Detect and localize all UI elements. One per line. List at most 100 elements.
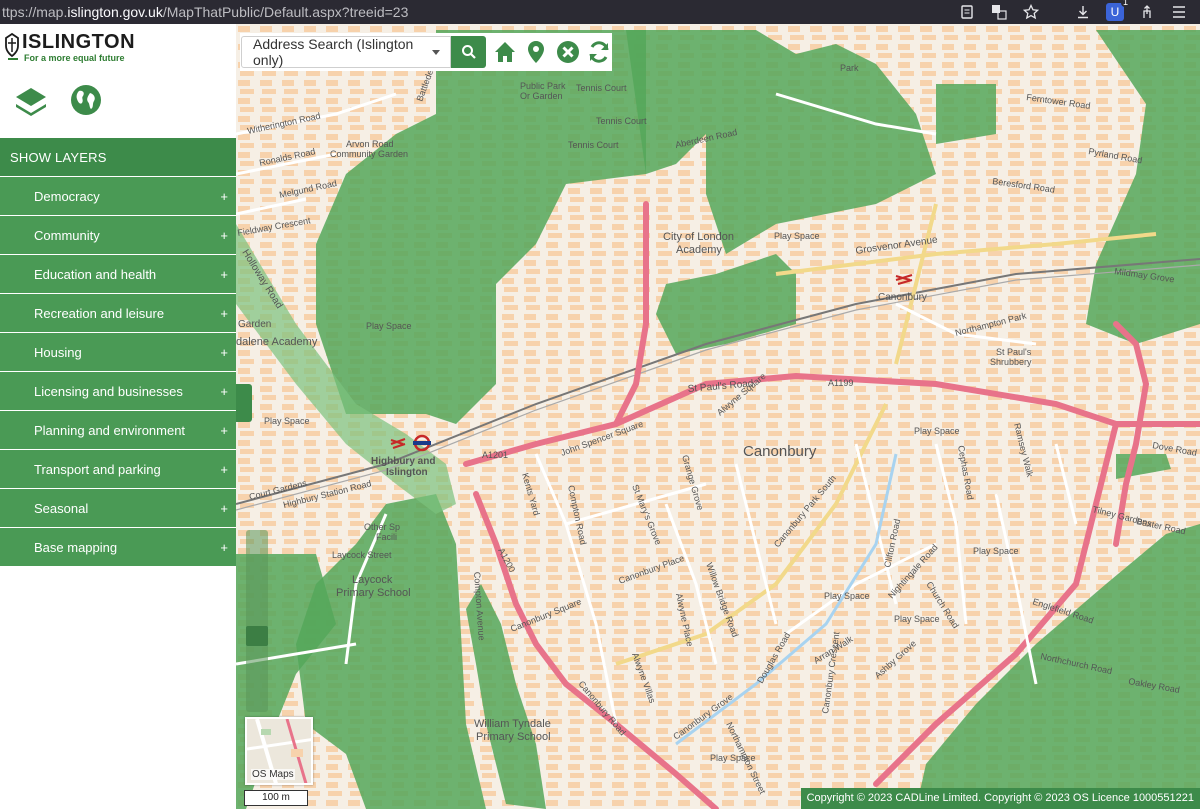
- map-label-tennis-2: Tennis Court: [596, 116, 647, 126]
- search-button[interactable]: [450, 36, 487, 68]
- layer-category-seasonal[interactable]: Seasonal +: [0, 489, 236, 527]
- translate-icon[interactable]: [990, 3, 1008, 21]
- menu-icon[interactable]: [1170, 3, 1188, 21]
- home-button[interactable]: [492, 39, 517, 65]
- layer-category-label: Licensing and businesses: [34, 383, 183, 399]
- map-label-tyndale-1: William Tyndale: [474, 718, 551, 730]
- logo-title: ISLINGTON: [22, 31, 136, 53]
- left-panel: ISLINGTON For a more equal future SHOW L…: [0, 24, 236, 809]
- map-toolbar: Address Search (Islington only): [240, 33, 612, 71]
- basemap-switcher[interactable]: OS Maps: [245, 717, 313, 785]
- layer-category-label: Recreation and leisure: [34, 305, 165, 321]
- layer-category-label: Base mapping: [34, 539, 118, 555]
- reader-icon[interactable]: [958, 3, 976, 21]
- star-icon[interactable]: [1022, 3, 1040, 21]
- map-label-city-academy-1: City of London: [663, 231, 734, 243]
- url-path: /MapThatPublic/Default.aspx?treeid=23: [162, 4, 409, 20]
- expand-plus-icon: +: [220, 188, 228, 204]
- layers-icon[interactable]: [14, 84, 48, 120]
- layer-category-transport[interactable]: Transport and parking +: [0, 450, 236, 488]
- map-label-park: Park: [840, 63, 859, 73]
- share-icon[interactable]: [1138, 3, 1156, 21]
- expand-plus-icon: +: [220, 383, 228, 399]
- map-label-play-8: Play Space: [264, 416, 310, 426]
- panel-collapse-tab[interactable]: [236, 384, 252, 422]
- search-icon: [461, 45, 476, 59]
- map-canvas[interactable]: Canonbury Canonbury Highbury and Islingt…: [236, 24, 1200, 809]
- map-label-arvon-2: Community Garden: [330, 149, 408, 159]
- map-label-laycock-2: Primary School: [336, 587, 411, 599]
- map-label-play-4: Play Space: [973, 546, 1019, 556]
- browser-toolbar: ttps://map.islington.gov.uk/MapThatPubli…: [0, 0, 1200, 24]
- map-label-a1199: A1199: [828, 378, 853, 388]
- map-label-arvon-1: Arvon Road: [346, 139, 394, 149]
- download-icon[interactable]: [1074, 3, 1092, 21]
- islington-logo[interactable]: ISLINGTON For a more equal future: [4, 32, 135, 63]
- map-label-a1201: A1201: [482, 450, 508, 460]
- url-prefix: ttps://map.: [2, 4, 68, 20]
- map-label-play-3: Play Space: [914, 426, 960, 436]
- layer-category-housing[interactable]: Housing +: [0, 333, 236, 371]
- show-layers-header[interactable]: SHOW LAYERS: [0, 138, 236, 176]
- layer-category-label: Democracy: [34, 188, 100, 204]
- copyright-notice: Copyright © 2023 CADLine Limited. Copyri…: [800, 788, 1200, 809]
- map-label-sports-1: Other Sp: [364, 522, 400, 532]
- expand-plus-icon: +: [220, 461, 228, 477]
- map-label-sports-2: Facili: [376, 532, 397, 542]
- layer-category-list: Democracy + Community + Education and heal…: [0, 177, 236, 567]
- layer-category-label: Community: [34, 227, 100, 243]
- extension-badge: 1: [1120, 0, 1130, 7]
- close-circle-icon: [556, 41, 579, 63]
- layer-category-label: Seasonal: [34, 500, 89, 516]
- search-type-label: Address Search (Islington only): [253, 36, 414, 68]
- search-type-select[interactable]: Address Search (Islington only): [241, 36, 451, 68]
- refresh-button[interactable]: [587, 39, 612, 65]
- layer-category-label: Education and health: [34, 266, 157, 282]
- browser-actions: U1: [958, 0, 1200, 24]
- expand-plus-icon: +: [220, 539, 228, 555]
- map-label-tyndale-2: Primary School: [476, 731, 551, 743]
- map-label-public-park-2: Or Garden: [520, 91, 563, 101]
- zoom-slider-track[interactable]: [246, 530, 268, 712]
- map-label-highbury-1: Highbury and: [371, 456, 435, 467]
- home-icon: [494, 42, 515, 62]
- map-label-canonbury-station: Canonbury: [878, 292, 927, 303]
- layer-category-democracy[interactable]: Democracy +: [0, 177, 236, 215]
- chevron-down-icon: [431, 49, 440, 55]
- map-label-st-pauls-1: St Paul's: [996, 347, 1032, 357]
- layer-category-label: Planning and environment: [34, 422, 186, 438]
- map-label-st-pauls-2: Shrubbery: [990, 357, 1032, 367]
- extension-icon[interactable]: U1: [1106, 0, 1130, 21]
- basemap-label: OS Maps: [251, 769, 295, 780]
- layer-category-label: Housing: [34, 344, 82, 360]
- layer-category-planning[interactable]: Planning and environment +: [0, 411, 236, 449]
- map-label-laycock-1: Laycock: [352, 574, 393, 586]
- layer-category-base-mapping[interactable]: Base mapping +: [0, 528, 236, 566]
- map-label-city-academy-2: Academy: [676, 244, 722, 256]
- map-label-play-1: Play Space: [774, 231, 820, 241]
- map-label-highbury-2: Islington: [386, 467, 428, 478]
- map-label-play-7: Play Space: [824, 591, 870, 601]
- layer-category-licensing[interactable]: Licensing and businesses +: [0, 372, 236, 410]
- layer-category-label: Transport and parking: [34, 461, 161, 477]
- logo-tagline: For a more equal future: [22, 53, 135, 63]
- layer-category-recreation[interactable]: Recreation and leisure +: [0, 294, 236, 332]
- url-domain: islington.gov.uk: [67, 4, 163, 20]
- map-label-play-2: Play Space: [366, 321, 412, 331]
- clear-button[interactable]: [555, 39, 580, 65]
- crest-icon: [5, 32, 19, 58]
- expand-plus-icon: +: [220, 500, 228, 516]
- scale-bar: 100 m: [244, 790, 308, 806]
- zoom-slider-handle[interactable]: [246, 626, 268, 646]
- map-pin-icon: [528, 41, 545, 63]
- globe-icon[interactable]: [70, 84, 102, 116]
- map-label-tennis-3: Tennis Court: [568, 140, 619, 150]
- address-bar[interactable]: ttps://map.islington.gov.uk/MapThatPubli…: [0, 4, 408, 20]
- road-laycock: Laycock Street: [332, 550, 392, 560]
- refresh-icon: [589, 41, 609, 63]
- locate-button[interactable]: [524, 39, 549, 65]
- expand-plus-icon: +: [220, 305, 228, 321]
- layer-category-community[interactable]: Community +: [0, 216, 236, 254]
- layer-category-education-health[interactable]: Education and health +: [0, 255, 236, 293]
- map-label-tennis-1: Tennis Court: [576, 83, 627, 93]
